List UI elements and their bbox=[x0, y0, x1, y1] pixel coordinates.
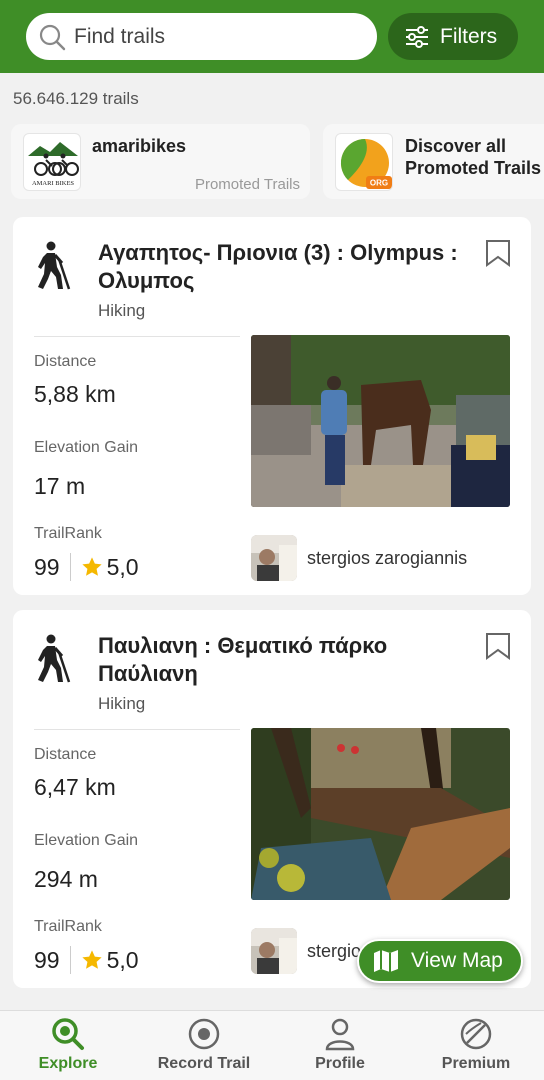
trail-activity: Hiking bbox=[98, 694, 146, 713]
trailrank-value: 99 bbox=[34, 553, 60, 580]
premium-icon bbox=[460, 1018, 492, 1050]
elevation-value: 17 m bbox=[34, 473, 86, 499]
amaribikes-logo: AMARI BIKES bbox=[23, 133, 81, 191]
trailrank-value: 99 bbox=[34, 946, 60, 973]
magnifier-icon bbox=[52, 1018, 84, 1050]
record-icon bbox=[188, 1018, 220, 1050]
elevation-label: Elevation Gain bbox=[34, 832, 139, 849]
tab-label: Premium bbox=[441, 1055, 511, 1072]
filters-label: Filters bbox=[440, 24, 498, 48]
trailrank-row: 99 5,0 bbox=[34, 552, 139, 582]
tab-label: Profile bbox=[315, 1055, 365, 1072]
trailrank-row: 99 5,0 bbox=[34, 945, 139, 975]
bookmark-icon[interactable] bbox=[485, 239, 511, 267]
author-avatar bbox=[251, 928, 297, 974]
top-bar: Filters bbox=[0, 0, 544, 73]
distance-value: 5,88 km bbox=[34, 381, 116, 407]
distance-value: 6,47 km bbox=[34, 774, 116, 800]
promo-amaribikes[interactable]: AMARI BIKES amaribikes Promoted Trails bbox=[11, 124, 310, 199]
person-icon bbox=[325, 1018, 355, 1051]
star-icon bbox=[81, 950, 102, 969]
trail-card[interactable]: Αγαπητος- Πριονια (3) : Olympus : Ολυμπο… bbox=[13, 217, 531, 595]
tab-label: Record Trail bbox=[157, 1055, 251, 1072]
tab-profile[interactable]: Profile bbox=[275, 1017, 405, 1073]
tab-label: Explore bbox=[38, 1055, 98, 1072]
trail-photo[interactable] bbox=[251, 728, 510, 900]
distance-label: Distance bbox=[34, 353, 97, 370]
star-icon bbox=[81, 557, 102, 576]
elevation-label: Elevation Gain bbox=[34, 439, 139, 456]
svg-text:AMARI BIKES: AMARI BIKES bbox=[32, 180, 74, 187]
rank-separator bbox=[69, 946, 71, 974]
trailrank-label: TrailRank bbox=[34, 525, 102, 542]
sliders-icon bbox=[406, 25, 428, 48]
tab-premium[interactable]: Premium bbox=[411, 1017, 541, 1073]
hiker-icon bbox=[38, 634, 71, 683]
rank-separator bbox=[69, 553, 71, 581]
divider bbox=[34, 729, 240, 730]
trail-count: 56.646.129 trails bbox=[13, 89, 139, 108]
promo-title: amaribikes bbox=[92, 136, 187, 156]
search-icon bbox=[39, 24, 66, 50]
promo-title: Discover all Promoted Trails bbox=[405, 136, 542, 178]
trail-title[interactable]: Παυλιανη : Θεματικό πάρκο Παύλιανη bbox=[98, 632, 468, 688]
trail-photo[interactable] bbox=[251, 335, 510, 507]
tab-bar: Explore Record Trail Profile Premium bbox=[0, 1010, 544, 1080]
promo-subtitle: Promoted Trails bbox=[194, 176, 300, 193]
map-icon bbox=[374, 950, 398, 972]
distance-label: Distance bbox=[34, 746, 97, 763]
promo-discover-all[interactable]: ORG Discover all Promoted Trails bbox=[323, 124, 544, 199]
search-bar[interactable] bbox=[26, 13, 377, 60]
tab-record-trail[interactable]: Record Trail bbox=[139, 1017, 269, 1073]
author-name: stergios zarogiannis bbox=[307, 547, 468, 568]
search-input[interactable] bbox=[74, 24, 354, 49]
rating-value: 5,0 bbox=[106, 946, 139, 973]
trail-card[interactable]: Παυλιανη : Θεματικό πάρκο Παύλιανη Hikin… bbox=[13, 610, 531, 988]
trail-activity: Hiking bbox=[98, 301, 146, 320]
rating-value: 5,0 bbox=[106, 553, 139, 580]
trailrank-label: TrailRank bbox=[34, 918, 102, 935]
author[interactable]: stergios zarogiannis bbox=[251, 535, 467, 581]
promoted-trails-logo: ORG bbox=[335, 133, 393, 191]
author-avatar bbox=[251, 535, 297, 581]
trail-title[interactable]: Αγαπητος- Πριονια (3) : Olympus : Ολυμπο… bbox=[98, 239, 468, 295]
svg-text:ORG: ORG bbox=[370, 179, 388, 188]
view-map-label: View Map bbox=[411, 949, 503, 972]
divider bbox=[34, 336, 240, 337]
filters-button[interactable]: Filters bbox=[388, 13, 518, 60]
elevation-value: 294 m bbox=[34, 866, 98, 892]
view-map-button[interactable]: View Map bbox=[357, 939, 523, 983]
hiker-icon bbox=[38, 241, 71, 290]
tab-explore[interactable]: Explore bbox=[3, 1017, 133, 1073]
bookmark-icon[interactable] bbox=[485, 632, 511, 660]
